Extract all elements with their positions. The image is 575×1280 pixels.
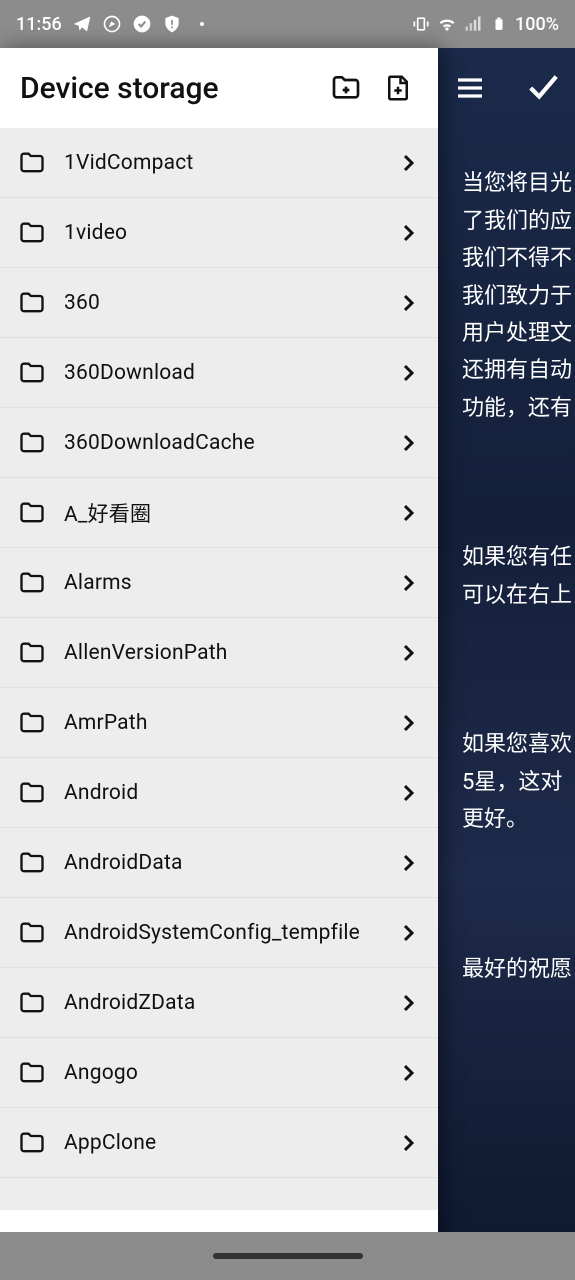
folder-icon <box>18 919 46 947</box>
folder-icon <box>18 569 46 597</box>
folder-item[interactable]: 360 <box>0 268 438 338</box>
folder-icon <box>18 219 46 247</box>
folder-item[interactable]: AndroidData <box>0 828 438 898</box>
background-paragraph: 如果您喜欢 5星，这对 更好。 <box>462 726 575 838</box>
folder-icon <box>18 1059 46 1087</box>
folder-icon <box>18 849 46 877</box>
file-browser-panel: Device storage 1VidCompact 1video 360 360Do… <box>0 48 438 1280</box>
status-bar: 11:56 <box>0 0 575 48</box>
nav-handle[interactable] <box>213 1253 363 1259</box>
shield-alert-icon <box>162 14 182 34</box>
folder-icon <box>18 499 46 527</box>
folder-item[interactable]: Alarms <box>0 548 438 618</box>
chevron-right-icon <box>396 571 420 595</box>
status-left: 11:56 <box>16 14 212 35</box>
folder-icon <box>18 359 46 387</box>
chevron-right-icon <box>396 291 420 315</box>
chevron-right-icon <box>396 151 420 175</box>
chevron-right-icon <box>396 781 420 805</box>
battery-icon <box>489 14 509 34</box>
folder-item[interactable]: Android <box>0 758 438 828</box>
folder-item[interactable]: 360Download <box>0 338 438 408</box>
folder-name: 360DownloadCache <box>64 431 378 455</box>
folder-item[interactable]: AndroidSystemConfig_tempfile <box>0 898 438 968</box>
check-circle-icon <box>132 14 152 34</box>
wifi-icon <box>437 14 457 34</box>
folder-list[interactable]: 1VidCompact 1video 360 360Download 360Downlo… <box>0 128 438 1210</box>
folder-name: AndroidSystemConfig_tempfile <box>64 921 378 945</box>
check-icon[interactable] <box>525 71 559 105</box>
status-time: 11:56 <box>16 14 62 35</box>
folder-item[interactable]: 1video <box>0 198 438 268</box>
chevron-right-icon <box>396 1131 420 1155</box>
folder-item[interactable]: AmrPath <box>0 688 438 758</box>
folder-name: A_好看圈 <box>64 498 378 528</box>
chevron-right-icon <box>396 1061 420 1085</box>
background-paragraph: 当您将目光 了我们的应 我们不得不 我们致力于 用户处理文 还拥有自动 功能，还… <box>462 165 575 427</box>
folder-icon <box>18 149 46 177</box>
folder-item[interactable]: 1VidCompact <box>0 128 438 198</box>
background-paragraph: 最好的祝愿 <box>462 951 575 988</box>
folder-name: 1video <box>64 221 378 245</box>
chevron-right-icon <box>396 361 420 385</box>
signal-icon <box>463 14 483 34</box>
chevron-right-icon <box>396 221 420 245</box>
compass-icon <box>102 14 122 34</box>
background-paragraph: 如果您有任 可以在右上 <box>462 539 575 614</box>
chevron-right-icon <box>396 431 420 455</box>
folder-item[interactable]: 360DownloadCache <box>0 408 438 478</box>
folder-icon <box>18 639 46 667</box>
background-header <box>438 48 575 128</box>
folder-name: 1VidCompact <box>64 151 378 175</box>
chevron-right-icon <box>396 501 420 525</box>
background-content: 当您将目光 了我们的应 我们不得不 我们致力于 用户处理文 还拥有自动 功能，还… <box>438 48 575 1232</box>
chevron-right-icon <box>396 991 420 1015</box>
folder-item[interactable]: Angogo <box>0 1038 438 1108</box>
folder-name: AndroidZData <box>64 991 378 1015</box>
folder-item[interactable]: AllenVersionPath <box>0 618 438 688</box>
folder-icon <box>18 989 46 1017</box>
folder-name: AmrPath <box>64 711 378 735</box>
folder-icon <box>18 779 46 807</box>
folder-name: Angogo <box>64 1061 378 1085</box>
nav-bar <box>0 1232 575 1280</box>
folder-item[interactable]: AppClone <box>0 1108 438 1178</box>
chevron-right-icon <box>396 851 420 875</box>
vibrate-icon <box>411 14 431 34</box>
chevron-right-icon <box>396 921 420 945</box>
folder-item[interactable]: AndroidZData <box>0 968 438 1038</box>
battery-percent: 100% <box>515 14 559 35</box>
dot-icon <box>192 14 212 34</box>
page-title: Device storage <box>20 71 314 106</box>
new-file-button[interactable] <box>378 68 418 108</box>
chevron-right-icon <box>396 711 420 735</box>
status-right: 100% <box>411 14 559 35</box>
folder-name: Android <box>64 781 378 805</box>
folder-name: Alarms <box>64 571 378 595</box>
new-folder-button[interactable] <box>326 68 366 108</box>
folder-name: 360 <box>64 291 378 315</box>
folder-icon <box>18 289 46 317</box>
chevron-right-icon <box>396 641 420 665</box>
folder-item[interactable]: A_好看圈 <box>0 478 438 548</box>
app-header: Device storage <box>0 48 438 128</box>
folder-icon <box>18 1129 46 1157</box>
telegram-icon <box>72 14 92 34</box>
folder-icon <box>18 429 46 457</box>
folder-icon <box>18 709 46 737</box>
menu-icon[interactable] <box>454 72 486 104</box>
folder-name: AppClone <box>64 1131 378 1155</box>
folder-name: AndroidData <box>64 851 378 875</box>
folder-name: AllenVersionPath <box>64 641 378 665</box>
folder-name: 360Download <box>64 361 378 385</box>
